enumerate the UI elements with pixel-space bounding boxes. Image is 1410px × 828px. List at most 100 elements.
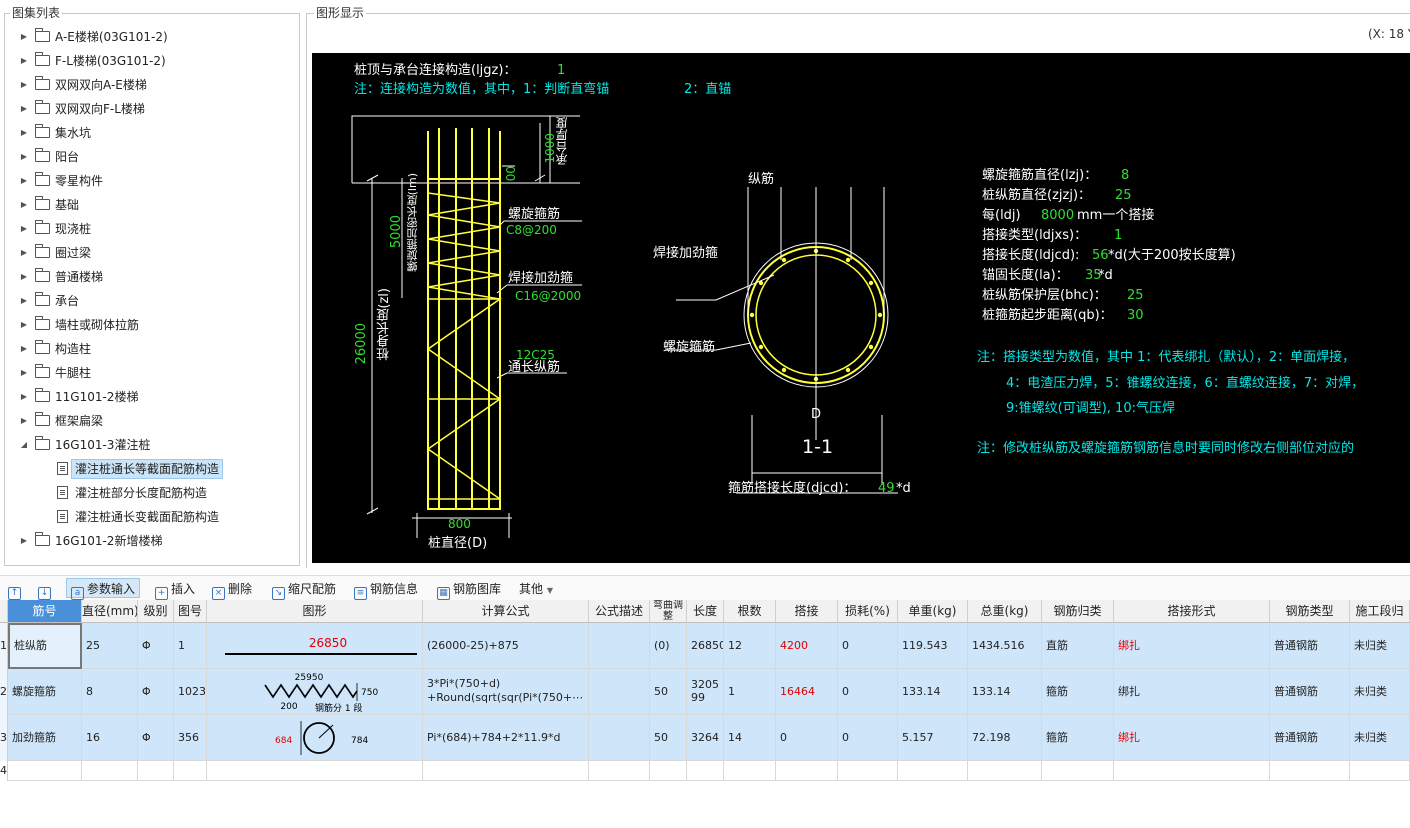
move-up-button[interactable]: ↑ bbox=[8, 579, 24, 600]
table-cell[interactable]: 8 bbox=[82, 669, 138, 715]
table-cell[interactable] bbox=[423, 761, 589, 781]
row-number[interactable]: 4 bbox=[0, 761, 8, 781]
table-cell[interactable]: Pi*(684)+784+2*11.9*d bbox=[423, 715, 589, 761]
table-cell[interactable] bbox=[650, 761, 687, 781]
table-cell[interactable] bbox=[1114, 761, 1270, 781]
column-header[interactable]: 钢筋归类 bbox=[1042, 600, 1114, 623]
collapsed-arrow-icon[interactable]: ▶ bbox=[19, 410, 29, 432]
tree-folder-item[interactable]: ▶ 墙柱或砌体拉筋 bbox=[5, 314, 295, 336]
table-cell[interactable]: 1 bbox=[174, 623, 207, 669]
table-cell[interactable]: 加劲箍筋 bbox=[8, 715, 82, 761]
table-cell[interactable]: (0) bbox=[650, 623, 687, 669]
param-value[interactable]: 56 bbox=[1092, 249, 1109, 262]
tree-folder-item[interactable]: ▶ 双网双向F-L楼梯 bbox=[5, 98, 295, 120]
table-cell[interactable]: 356 bbox=[174, 715, 207, 761]
table-cell[interactable] bbox=[838, 761, 898, 781]
table-cell[interactable]: Φ bbox=[138, 623, 174, 669]
table-cell[interactable]: 133.14 bbox=[968, 669, 1042, 715]
move-down-button[interactable]: ↓ bbox=[38, 579, 54, 600]
tree-folder-item[interactable]: ▶ 基础 bbox=[5, 194, 295, 216]
table-cell[interactable]: 1 bbox=[724, 669, 776, 715]
tree-doc-item[interactable]: 灌注桩通长等截面配筋构造 bbox=[5, 458, 295, 480]
table-cell[interactable]: 普通钢筋 bbox=[1270, 669, 1350, 715]
table-cell[interactable]: 4200 bbox=[776, 623, 838, 669]
collapsed-arrow-icon[interactable]: ▶ bbox=[19, 218, 29, 240]
collapsed-arrow-icon[interactable]: ▶ bbox=[19, 26, 29, 48]
table-cell[interactable]: 50 bbox=[650, 669, 687, 715]
table-cell[interactable] bbox=[1270, 761, 1350, 781]
tree-folder-item[interactable]: ▶ 构造柱 bbox=[5, 338, 295, 360]
table-cell[interactable]: 72.198 bbox=[968, 715, 1042, 761]
tree-folder-item[interactable]: ▶ 牛腿柱 bbox=[5, 362, 295, 384]
table-cell[interactable] bbox=[589, 669, 650, 715]
row-number[interactable]: 2 bbox=[0, 669, 8, 715]
column-header[interactable]: 计算公式 bbox=[423, 600, 589, 623]
param-value[interactable]: 25 bbox=[1115, 189, 1132, 202]
collapsed-arrow-icon[interactable]: ▶ bbox=[19, 338, 29, 360]
collapsed-arrow-icon[interactable]: ▶ bbox=[19, 530, 29, 552]
row-number[interactable]: 1 bbox=[0, 623, 8, 669]
shape-cell[interactable]: 684 784 bbox=[207, 715, 423, 761]
tree-doc-item[interactable]: 灌注桩通长变截面配筋构造 bbox=[5, 506, 295, 528]
collapsed-arrow-icon[interactable]: ▶ bbox=[19, 290, 29, 312]
collapsed-arrow-icon[interactable]: ▶ bbox=[19, 74, 29, 96]
tree-folder-item[interactable]: ▶ 承台 bbox=[5, 290, 295, 312]
column-header[interactable]: 总重(kg) bbox=[968, 600, 1042, 623]
table-cell[interactable]: 桩纵筋 bbox=[8, 623, 82, 669]
rebar-info-button[interactable]: ≡ 钢筋信息 bbox=[354, 579, 418, 600]
table-cell[interactable]: 5.157 bbox=[898, 715, 968, 761]
tree-folder-item[interactable]: ▶ 集水坑 bbox=[5, 122, 295, 144]
table-cell[interactable] bbox=[8, 761, 82, 781]
table-cell[interactable] bbox=[82, 761, 138, 781]
tree-doc-item[interactable]: 灌注桩部分长度配筋构造 bbox=[5, 482, 295, 504]
table-cell[interactable]: 箍筋 bbox=[1042, 669, 1114, 715]
collapsed-arrow-icon[interactable]: ▶ bbox=[19, 170, 29, 192]
table-cell[interactable] bbox=[724, 761, 776, 781]
column-header[interactable]: 根数 bbox=[724, 600, 776, 623]
column-header[interactable]: 公式描述 bbox=[589, 600, 650, 623]
column-header[interactable]: 搭接形式 bbox=[1114, 600, 1270, 623]
table-cell[interactable]: 普通钢筋 bbox=[1270, 715, 1350, 761]
table-cell[interactable]: 0 bbox=[838, 715, 898, 761]
param-value[interactable]: 25 bbox=[1127, 289, 1144, 302]
table-cell[interactable]: 16464 bbox=[776, 669, 838, 715]
table-cell[interactable]: 50 bbox=[650, 715, 687, 761]
table-cell[interactable]: 3264 bbox=[687, 715, 724, 761]
table-cell[interactable]: 绑扎 bbox=[1114, 623, 1270, 669]
tree-folder-item[interactable]: ▶ 16G101-2新增楼梯 bbox=[5, 530, 295, 552]
table-cell[interactable]: 12 bbox=[724, 623, 776, 669]
collapsed-arrow-icon[interactable]: ▶ bbox=[19, 194, 29, 216]
column-header[interactable]: 筋号 bbox=[8, 600, 82, 623]
table-cell[interactable] bbox=[776, 761, 838, 781]
scale-rebar-button[interactable]: ↘ 缩尺配筋 bbox=[272, 579, 336, 600]
table-cell[interactable]: 未归类 bbox=[1350, 715, 1410, 761]
table-cell[interactable]: 25 bbox=[82, 623, 138, 669]
collapsed-arrow-icon[interactable]: ▶ bbox=[19, 242, 29, 264]
table-cell[interactable]: 26850 bbox=[687, 623, 724, 669]
column-header[interactable]: 搭接 bbox=[776, 600, 838, 623]
collapsed-arrow-icon[interactable]: ▶ bbox=[19, 122, 29, 144]
param-value[interactable]: 1 bbox=[1114, 229, 1122, 242]
dim-pile-diameter[interactable]: 800 bbox=[448, 518, 471, 530]
table-cell[interactable]: 119.543 bbox=[898, 623, 968, 669]
table-cell[interactable] bbox=[589, 623, 650, 669]
table-row[interactable]: 1 桩纵筋 25 Φ 1 26850 (26000-25)+875 (0) 26850 12 420… bbox=[0, 623, 1410, 669]
table-cell[interactable]: 320599 bbox=[687, 669, 724, 715]
table-cell[interactable] bbox=[687, 761, 724, 781]
table-cell[interactable]: 16 bbox=[82, 715, 138, 761]
drawing-canvas[interactable]: 桩顶与承台连接构造(ljgz)： 1 注：连接构造为数值，其中，1：判断直弯锚 … bbox=[312, 53, 1410, 563]
table-cell[interactable]: 1434.516 bbox=[968, 623, 1042, 669]
table-cell[interactable] bbox=[207, 761, 423, 781]
table-cell[interactable]: 未归类 bbox=[1350, 669, 1410, 715]
table-cell[interactable]: 14 bbox=[724, 715, 776, 761]
table-cell[interactable]: 绑扎 bbox=[1114, 669, 1270, 715]
tree-folder-item[interactable]: ▶ 普通楼梯 bbox=[5, 266, 295, 288]
table-cell[interactable]: 1023 bbox=[174, 669, 207, 715]
table-cell[interactable] bbox=[968, 761, 1042, 781]
table-cell[interactable]: 0 bbox=[776, 715, 838, 761]
expanded-arrow-icon[interactable]: ◢ bbox=[19, 434, 29, 456]
column-header[interactable]: 图号 bbox=[174, 600, 207, 623]
tree-folder-item[interactable]: ▶ 11G101-2楼梯 bbox=[5, 386, 295, 408]
table-cell[interactable]: 螺旋箍筋 bbox=[8, 669, 82, 715]
shape-cell[interactable]: 26850 bbox=[207, 623, 423, 669]
